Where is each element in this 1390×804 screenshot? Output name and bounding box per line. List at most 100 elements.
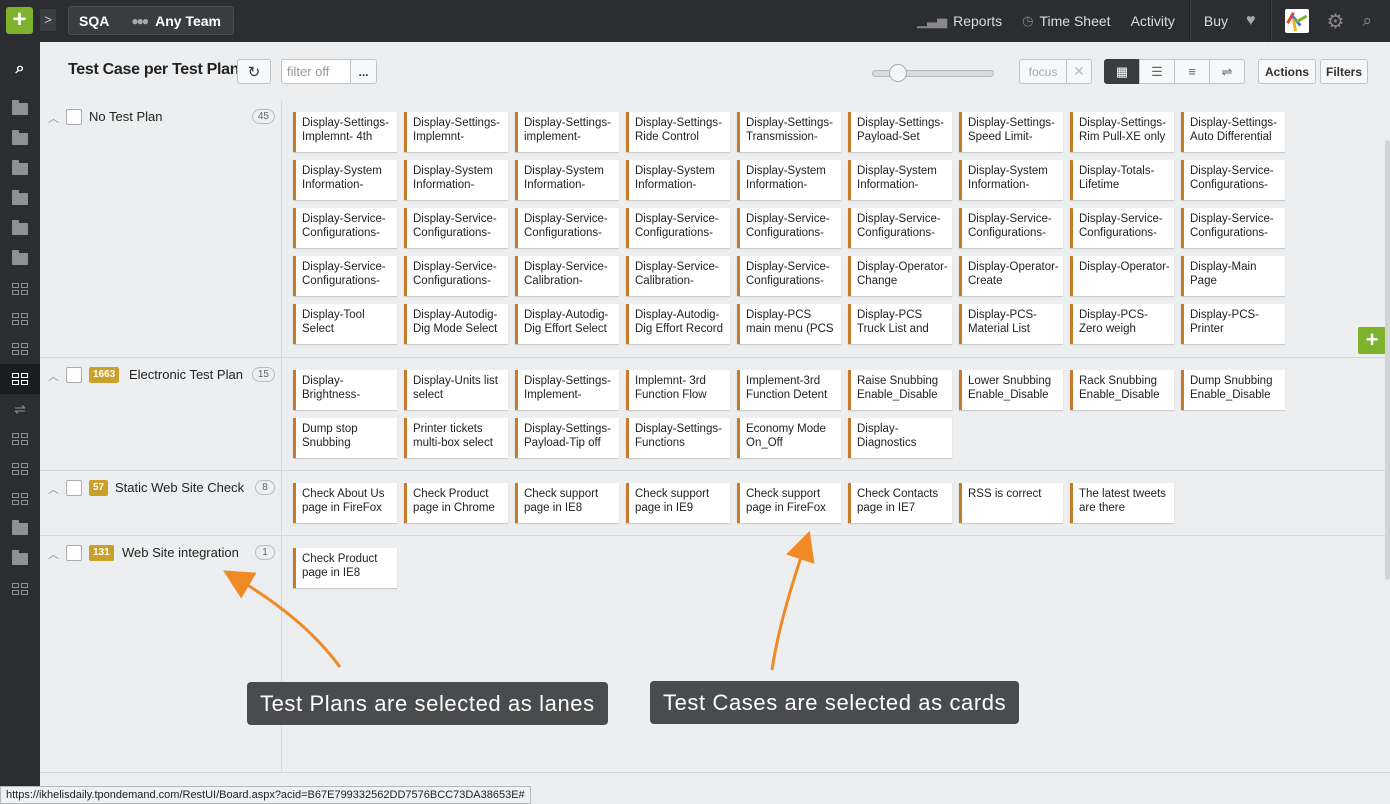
test-case-card[interactable]: Check About Us page in FireFox — [293, 483, 397, 523]
test-case-card[interactable]: Display-System Information- — [626, 160, 730, 200]
test-case-card[interactable]: Display-Autodig-Dig Effort Record — [626, 304, 730, 344]
folder-icon[interactable] — [0, 184, 40, 214]
test-case-card[interactable]: Display-Settings-Ride Control — [626, 112, 730, 152]
focus-button[interactable]: focus — [1019, 59, 1067, 84]
board-view-icon-active[interactable] — [0, 364, 40, 394]
test-case-card[interactable]: Economy Mode On_Off — [737, 418, 841, 458]
test-case-card[interactable]: Display-PCS-Material List — [959, 304, 1063, 344]
filters-button[interactable]: Filters — [1320, 59, 1368, 84]
actions-button[interactable]: Actions — [1258, 59, 1316, 84]
test-case-card[interactable]: Display-Service-Configurations- — [404, 208, 508, 248]
board-scrollbar[interactable] — [1385, 140, 1390, 580]
test-case-card[interactable]: Display-Service-Configurations- — [293, 256, 397, 296]
folder-icon[interactable] — [0, 124, 40, 154]
test-case-card[interactable]: Display-Settings-Rim Pull-XE only — [1070, 112, 1174, 152]
test-case-card[interactable]: Display-Settings-Transmission- — [737, 112, 841, 152]
test-case-card[interactable]: Display-Main Page — [1181, 256, 1285, 296]
test-case-card[interactable]: Display-Service-Configurations- — [1181, 208, 1285, 248]
test-case-card[interactable]: Display-Operator-Create — [959, 256, 1063, 296]
test-case-card[interactable]: Dump stop Snubbing — [293, 418, 397, 458]
board-view-icon[interactable] — [0, 334, 40, 364]
lane-checkbox[interactable] — [66, 109, 82, 125]
nav-reports[interactable]: ▁▃▅ Reports — [917, 13, 1002, 29]
context-selector[interactable]: SQA ●●● Any Team — [68, 6, 234, 35]
details-view-toggle[interactable]: ≡ — [1174, 59, 1210, 84]
test-case-card[interactable]: Display-Service-Configurations- — [848, 208, 952, 248]
test-case-card[interactable]: Display-Settings-Implemnt- 4th — [293, 112, 397, 152]
board-view-icon[interactable] — [0, 574, 40, 604]
collapse-chevron-icon[interactable]: ︿ — [48, 368, 59, 384]
folder-icon[interactable] — [0, 154, 40, 184]
board-view-icon[interactable] — [0, 484, 40, 514]
folder-icon[interactable] — [0, 544, 40, 574]
test-case-card[interactable]: Display-Service-Configurations- — [1070, 208, 1174, 248]
board-view-icon[interactable] — [0, 454, 40, 484]
test-case-card[interactable]: Implemnt- 3rd Function Flow — [626, 370, 730, 410]
test-case-card[interactable]: Display-Settings-Functions — [626, 418, 730, 458]
lane-checkbox[interactable] — [66, 367, 82, 383]
lane-checkbox[interactable] — [66, 545, 82, 561]
test-case-card[interactable]: Display-Service-Configurations- — [959, 208, 1063, 248]
nav-activity[interactable]: Activity — [1131, 13, 1175, 29]
test-case-card[interactable]: Display-Service-Configurations- — [737, 256, 841, 296]
collapse-chevron-icon[interactable]: ︿ — [48, 481, 59, 497]
test-case-card[interactable]: RSS is correct — [959, 483, 1063, 523]
test-case-card[interactable]: Display-Settings-Implemnt- — [404, 112, 508, 152]
board-view-icon[interactable] — [0, 304, 40, 334]
lane-title[interactable]: No Test Plan — [89, 109, 162, 124]
test-case-card[interactable]: Display-Settings-Implement- — [515, 370, 619, 410]
test-case-card[interactable]: The latest tweets are there — [1070, 483, 1174, 523]
test-case-card[interactable]: Display-Settings-Payload-Set — [848, 112, 952, 152]
test-case-card[interactable]: Display-Totals-Lifetime — [1070, 160, 1174, 200]
test-case-card[interactable]: Display-Service-Calibration- — [515, 256, 619, 296]
test-case-card[interactable]: Display-System Information- — [848, 160, 952, 200]
expand-sidebar-button[interactable]: > — [40, 9, 56, 31]
test-case-card[interactable]: Check Product page in IE8 — [293, 548, 397, 588]
test-case-card[interactable]: Printer tickets multi-box select — [404, 418, 508, 458]
test-case-card[interactable]: Display-PCS-Zero weigh — [1070, 304, 1174, 344]
test-case-card[interactable]: Display-Settings-Auto Differential — [1181, 112, 1285, 152]
test-case-card[interactable]: Display-PCS-Printer — [1181, 304, 1285, 344]
focus-clear-button[interactable]: ✕ — [1066, 59, 1092, 84]
test-case-card[interactable]: Display-System Information- — [737, 160, 841, 200]
test-case-card[interactable]: Display-System Information- — [959, 160, 1063, 200]
test-case-card[interactable]: Display-Tool Select — [293, 304, 397, 344]
test-case-card[interactable]: Display-PCS Truck List and — [848, 304, 952, 344]
test-case-card[interactable]: Display-System Information- — [515, 160, 619, 200]
test-case-card[interactable]: Display-Units list select — [404, 370, 508, 410]
test-case-card[interactable]: Raise Snubbing Enable_Disable — [848, 370, 952, 410]
test-case-card[interactable]: Display-Autodig-Dig Mode Select — [404, 304, 508, 344]
test-case-card[interactable]: Rack Snubbing Enable_Disable — [1070, 370, 1174, 410]
list-view-toggle[interactable]: ☰ — [1139, 59, 1175, 84]
test-case-card[interactable]: Display-Brightness- — [293, 370, 397, 410]
lane-title[interactable]: Static Web Site Check — [115, 480, 244, 495]
board-view-icon[interactable] — [0, 424, 40, 454]
nav-time-sheet[interactable]: ◷ Time Sheet — [1022, 13, 1110, 29]
refresh-button[interactable]: ↻ — [237, 59, 271, 84]
search-icon[interactable]: ⌕ — [0, 54, 40, 84]
test-case-card[interactable]: Lower Snubbing Enable_Disable — [959, 370, 1063, 410]
test-case-card[interactable]: Display-Settings-Speed Limit- — [959, 112, 1063, 152]
test-case-card[interactable]: Display-Service-Configurations- — [404, 256, 508, 296]
test-case-card[interactable]: Display-Autodig-Dig Effort Select — [515, 304, 619, 344]
filter-options-button[interactable]: ... — [350, 59, 377, 84]
user-avatar[interactable] — [1284, 9, 1309, 33]
test-case-card[interactable]: Display-Service-Configurations- — [1181, 160, 1285, 200]
zoom-slider-handle[interactable] — [889, 64, 907, 82]
test-case-card[interactable]: Display-Service-Configurations- — [515, 208, 619, 248]
timeline-view-toggle[interactable]: ⇌ — [1209, 59, 1245, 84]
test-case-card[interactable]: Display-System Information- — [404, 160, 508, 200]
test-case-card[interactable]: Display-System Information- — [293, 160, 397, 200]
timeline-icon[interactable]: ⇌ — [0, 394, 40, 424]
test-case-card[interactable]: Check support page in FireFox — [737, 483, 841, 523]
test-case-card[interactable]: Display-Settings-Payload-Tip off — [515, 418, 619, 458]
folder-icon[interactable] — [0, 94, 40, 124]
nav-buy[interactable]: Buy — [1204, 13, 1228, 29]
test-case-card[interactable]: Display-Diagnostics — [848, 418, 952, 458]
board-view-icon[interactable] — [0, 274, 40, 304]
add-button[interactable]: + — [6, 7, 33, 34]
test-case-card[interactable]: Display-Settings-implement- — [515, 112, 619, 152]
test-case-card[interactable]: Check support page in IE8 — [515, 483, 619, 523]
lane-title[interactable]: Electronic Test Plan — [129, 367, 243, 382]
folder-icon[interactable] — [0, 214, 40, 244]
